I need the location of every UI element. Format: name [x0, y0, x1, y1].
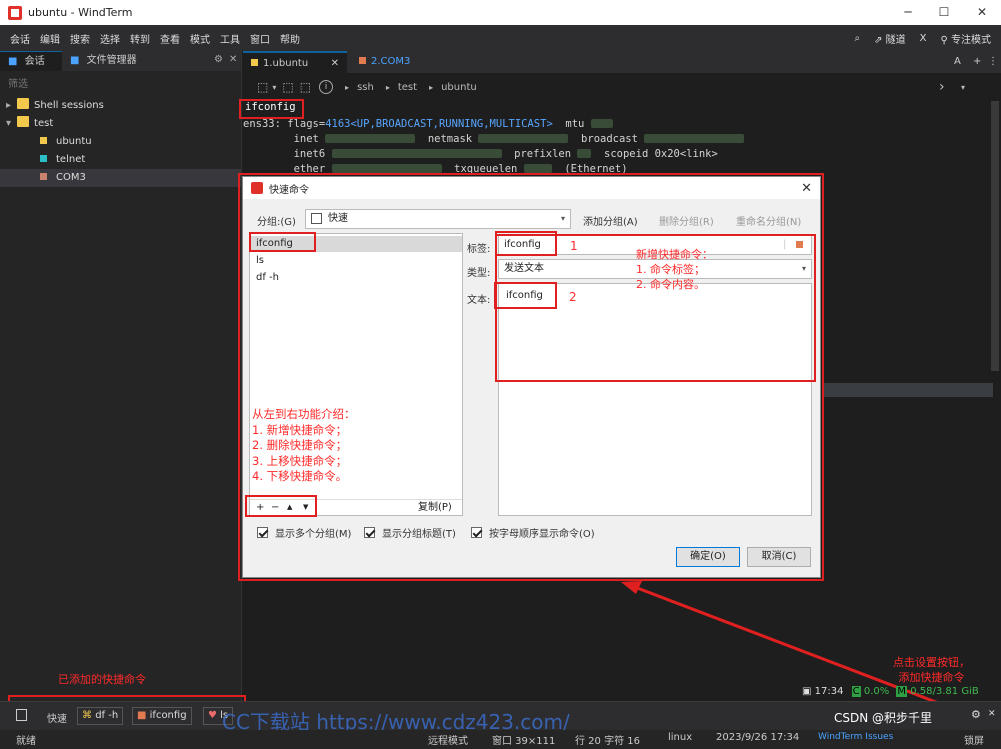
cpu-icon: C: [851, 686, 861, 697]
status-mode[interactable]: 远程模式: [428, 732, 468, 747]
annotation-arrow: [621, 581, 963, 714]
csdn-watermark: CSDN @积步千里: [834, 711, 933, 725]
clock-icon: ▣: [802, 686, 815, 697]
status-os: linux: [668, 732, 693, 743]
status-bar: 就绪 远程模式 窗口 39×111 行 20 字符 16 linux 2023/…: [0, 730, 1001, 749]
status-ready: 就绪: [16, 736, 36, 747]
quick-command-icon[interactable]: [16, 709, 27, 721]
quick-command-chip[interactable]: ■ ifconfig: [132, 707, 192, 725]
arrow-head: [621, 581, 642, 594]
status-datetime: 2023/9/26 17:34: [716, 732, 800, 743]
status-cursor[interactable]: 行 20 字符 16: [575, 732, 640, 747]
status-issues-link[interactable]: WindTerm Issues: [818, 732, 893, 742]
quick-command-chip[interactable]: ⌘ df -h: [77, 707, 124, 725]
quick-group-label: 快速: [47, 714, 67, 725]
system-monitor: ▣ 17:34 C 0.0% M 0.58/3.81 GiB: [802, 686, 979, 697]
close-icon[interactable]: ✕: [988, 709, 996, 719]
memory-icon: M: [896, 686, 908, 697]
status-lock[interactable]: 锁屏: [964, 732, 984, 747]
status-window-size: 窗口 39×111: [492, 736, 556, 747]
quick-command-bar: 快速 ⌘ df -h ■ ifconfig ♥ ls CC下载站 https:/…: [0, 686, 1001, 734]
settings-gear-icon[interactable]: ⚙: [971, 708, 981, 721]
